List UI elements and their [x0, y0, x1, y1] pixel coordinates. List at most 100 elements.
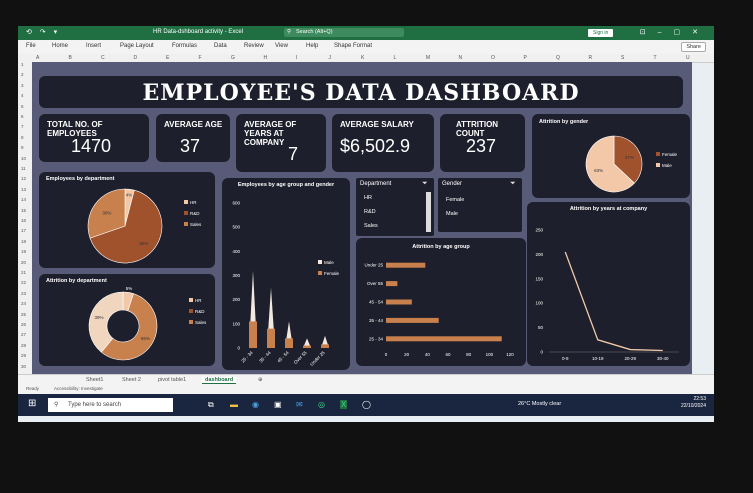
ribbon-tab-view[interactable]: View [275, 43, 288, 49]
row-header[interactable]: 26 [21, 322, 26, 327]
chart-attrition-by-years[interactable]: Attrition by years at company 0 50 100 150 2… [527, 202, 690, 366]
row-header[interactable]: 22 [21, 280, 26, 285]
row-header[interactable]: 23 [21, 291, 26, 296]
column-header[interactable]: J [329, 55, 332, 61]
row-header[interactable]: 20 [21, 260, 26, 265]
row-header[interactable]: 16 [21, 218, 26, 223]
ribbon-tab-file[interactable]: File [26, 43, 36, 49]
ribbon-tab-review[interactable]: Review [244, 43, 264, 49]
chart-employees-by-department[interactable]: Employees by department 4% 65% 30% HR R&D … [39, 172, 215, 268]
row-header[interactable]: 19 [21, 249, 26, 254]
slicer-item[interactable]: Female [446, 197, 464, 203]
kpi-average-salary[interactable]: AVERAGE SALARY $6,502.9 [332, 114, 434, 172]
row-header[interactable]: 28 [21, 343, 26, 348]
system-clock[interactable]: 22:53 22/10/2024 [681, 396, 706, 410]
kpi-average-years[interactable]: AVERAGE OF YEARS AT COMPANY 7 [236, 114, 326, 172]
ribbon-tab-shape-format[interactable]: Shape Format [334, 43, 372, 49]
add-sheet-icon[interactable]: ⊕ [258, 377, 263, 383]
column-header[interactable]: A [36, 55, 39, 61]
column-header[interactable]: M [426, 55, 430, 61]
column-header[interactable]: C [101, 55, 105, 61]
file-explorer-icon[interactable]: ▬ [230, 400, 238, 409]
slicer-item[interactable]: R&D [364, 209, 376, 215]
window-controls[interactable]: ⊡–▢✕ [640, 28, 710, 36]
edge-icon[interactable]: ◉ [252, 400, 259, 409]
row-header[interactable]: 10 [21, 156, 26, 161]
ribbon-tab-help[interactable]: Help [306, 43, 318, 49]
row-header[interactable]: 24 [21, 301, 26, 306]
row-header[interactable]: 4 [21, 93, 24, 98]
row-header[interactable]: 9 [21, 145, 24, 150]
slicer-item[interactable]: Male [446, 211, 458, 217]
row-header[interactable]: 17 [21, 228, 26, 233]
chart-attrition-by-gender[interactable]: Attrition by gender 37% 63% Female Male [532, 114, 690, 198]
row-header[interactable]: 18 [21, 239, 26, 244]
clear-filter-icon[interactable]: ⏷ [510, 180, 516, 188]
row-header[interactable]: 11 [21, 166, 26, 171]
ribbon-tab-home[interactable]: Home [52, 43, 68, 49]
column-header[interactable]: P [524, 55, 527, 61]
chart-attrition-by-department[interactable]: Attrition by department 5% 56% 39% HR R&D … [39, 274, 215, 366]
clear-filter-icon[interactable]: ⏷ [422, 180, 428, 188]
slicer-scrollbar[interactable] [426, 192, 431, 232]
ribbon-tab-formulas[interactable]: Formulas [172, 43, 197, 49]
store-icon[interactable]: ▣ [274, 400, 282, 409]
row-header[interactable]: 29 [21, 353, 26, 358]
column-header[interactable]: T [654, 55, 657, 61]
column-header[interactable]: S [621, 55, 624, 61]
row-header[interactable]: 8 [21, 135, 24, 140]
column-header[interactable]: D [134, 55, 138, 61]
row-header[interactable]: 21 [21, 270, 26, 275]
column-header[interactable]: U [686, 55, 690, 61]
column-header[interactable]: N [459, 55, 463, 61]
row-header[interactable]: 25 [21, 312, 26, 317]
column-header[interactable]: O [491, 55, 495, 61]
row-header[interactable]: 1 [21, 62, 24, 67]
sign-in-button[interactable]: Sign in [588, 29, 614, 37]
row-header[interactable]: 2 [21, 72, 24, 77]
row-header[interactable]: 13 [21, 187, 26, 192]
ribbon-tab-insert[interactable]: Insert [86, 43, 101, 49]
row-header[interactable]: 27 [21, 332, 26, 337]
row-header[interactable]: 14 [21, 197, 26, 202]
taskbar-search[interactable]: ⚲ Type here to search [48, 398, 173, 412]
whatsapp-icon[interactable]: ◎ [318, 400, 325, 409]
ribbon-tab-page-layout[interactable]: Page Layout [120, 43, 154, 49]
media-icon[interactable]: ◯ [362, 400, 371, 409]
column-header[interactable]: Q [556, 55, 560, 61]
column-header[interactable]: R [589, 55, 593, 61]
chart-employees-by-age-gender[interactable]: Employees by age group and gender 0 100 20… [222, 178, 350, 370]
quick-access-toolbar[interactable]: ⟲ ↷ ▾ [26, 28, 60, 36]
row-header[interactable]: 3 [21, 83, 24, 88]
row-header[interactable]: 12 [21, 176, 26, 181]
excel-taskbar-icon[interactable]: X [340, 400, 348, 409]
share-button[interactable]: Share [681, 42, 706, 52]
column-header[interactable]: K [361, 55, 364, 61]
column-header[interactable]: G [231, 55, 235, 61]
slicer-item[interactable]: HR [364, 195, 372, 201]
sheet-tab[interactable]: Sheet 2 [122, 377, 141, 383]
slicer-department[interactable]: Department ⏷ HR R&D Sales [356, 178, 434, 236]
row-header[interactable]: 15 [21, 208, 26, 213]
column-header[interactable]: I [296, 55, 297, 61]
chart-attrition-by-age-group[interactable]: Attrition by age group Under 25 Over 55 45… [356, 238, 526, 366]
column-header[interactable]: L [394, 55, 397, 61]
column-header[interactable]: B [69, 55, 72, 61]
windows-start-icon[interactable]: ⊞ [28, 398, 36, 409]
weather-widget[interactable]: 26°C Mostly clear [518, 401, 561, 407]
sheet-tab[interactable]: pivot table1 [158, 377, 186, 383]
column-header[interactable]: H [264, 55, 268, 61]
kpi-total-employees[interactable]: TOTAL NO. OF EMPLOYEES 1470 [39, 114, 149, 162]
sheet-tab-active[interactable]: dashboard [202, 377, 237, 384]
slicer-item[interactable]: Sales [364, 223, 378, 229]
ribbon-tab-data[interactable]: Data [214, 43, 227, 49]
slicer-gender[interactable]: Gender ⏷ Female Male [438, 178, 522, 232]
column-header[interactable]: F [199, 55, 202, 61]
row-header[interactable]: 6 [21, 114, 24, 119]
kpi-average-age[interactable]: AVERAGE AGE 37 [156, 114, 230, 162]
sheet-tab[interactable]: Sheet1 [86, 377, 103, 383]
search-box[interactable]: ⚲ Search (Alt+Q) [284, 28, 404, 37]
mail-icon[interactable]: ✉ [296, 400, 303, 409]
accessibility-status[interactable]: Accessibility: Investigate [54, 386, 103, 391]
column-header[interactable]: E [166, 55, 169, 61]
